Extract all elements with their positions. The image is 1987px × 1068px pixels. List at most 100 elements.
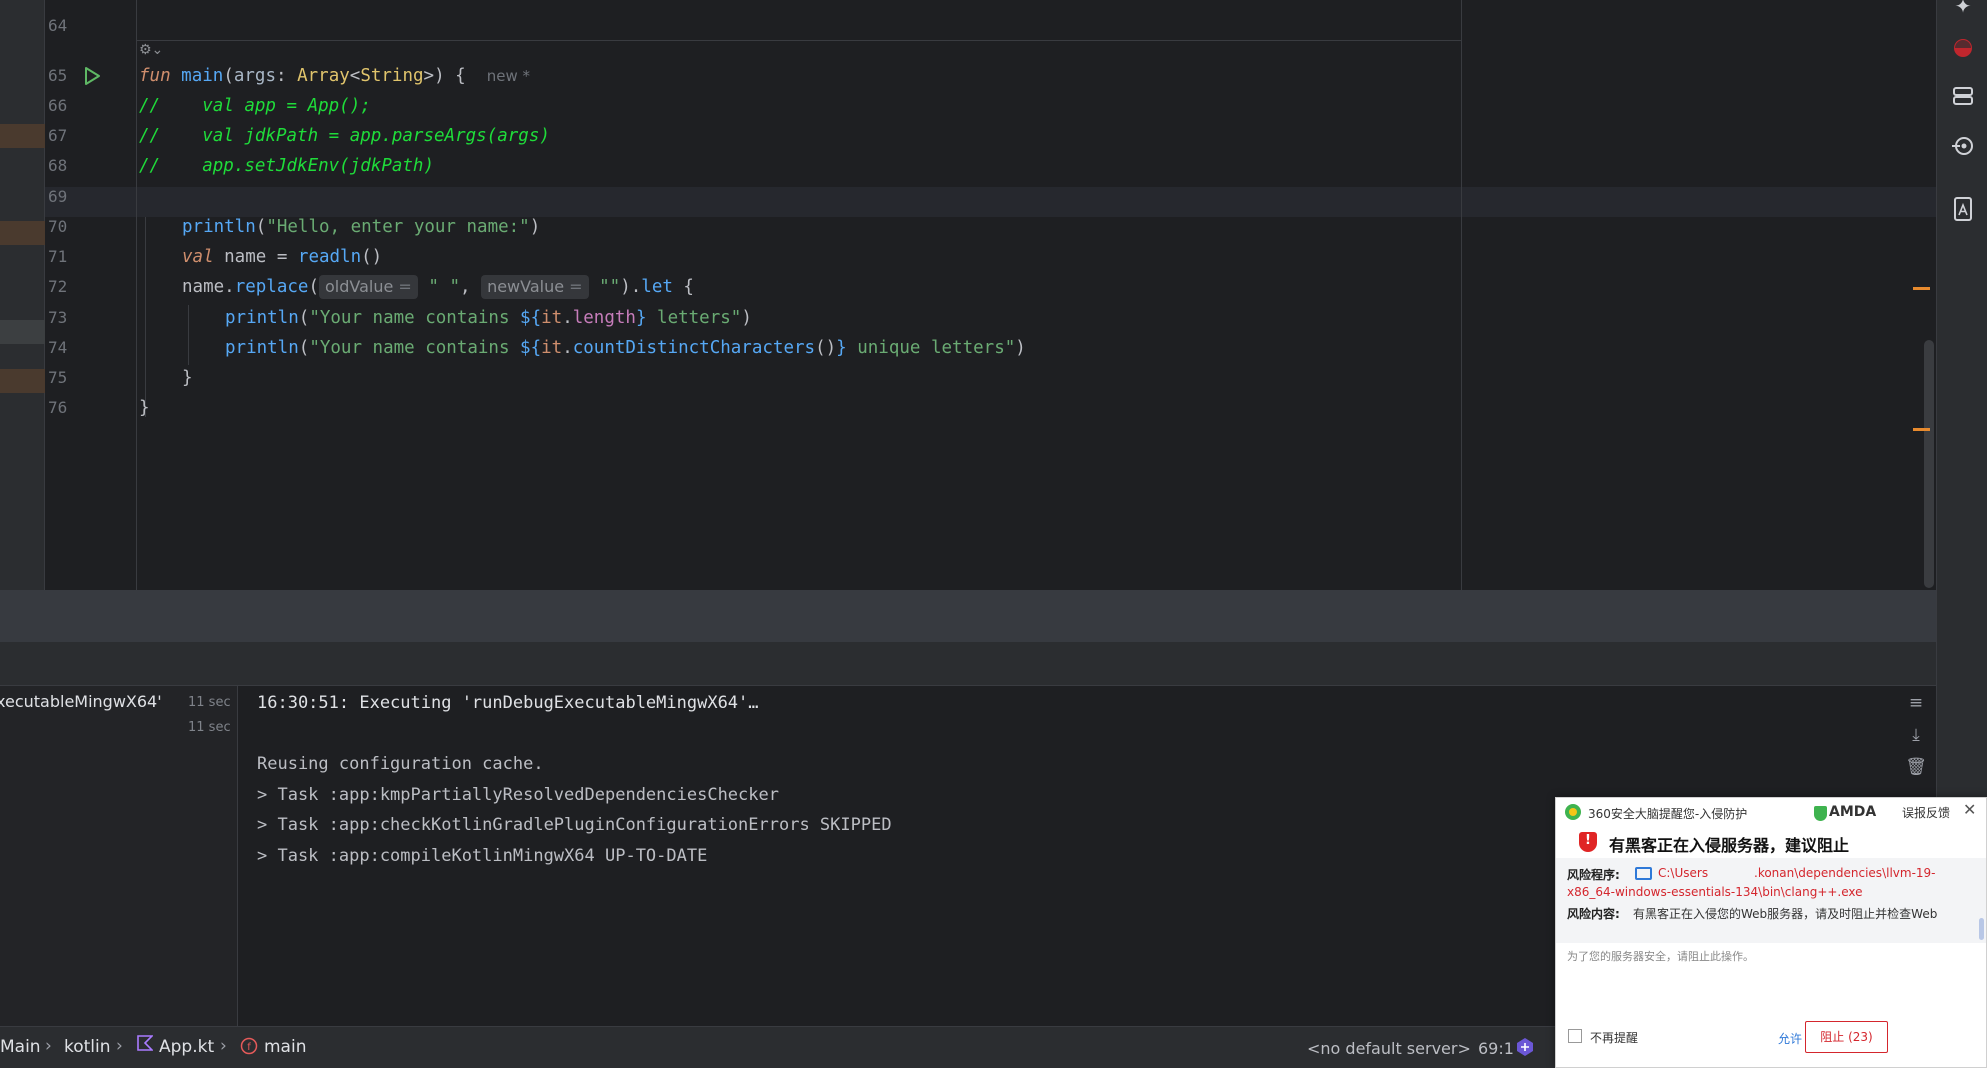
keyword: it	[541, 308, 563, 328]
allow-link[interactable]: 允许	[1778, 1030, 1802, 1047]
punctuation: (	[308, 277, 319, 297]
breadcrumb-item[interactable]: kotlin	[64, 1037, 111, 1057]
string-literal: unique letters"	[846, 338, 1016, 358]
punctuation: <	[349, 66, 361, 86]
function-icon: f	[240, 1037, 258, 1060]
code-line-73: println("Your name contains ${it.length}…	[225, 303, 752, 333]
run-tree[interactable]: xecutableMingwX64' 11 sec 11 sec	[0, 686, 238, 1026]
template-brace: }	[635, 308, 647, 328]
code-line-71: val name = readln()	[182, 242, 382, 272]
details-scrollbar[interactable]	[1979, 918, 1984, 940]
tool-window-header	[0, 642, 1936, 686]
function-call: println	[225, 308, 299, 328]
function-call: replace	[234, 277, 309, 297]
line-number: 66	[48, 96, 68, 115]
new-usage-hint[interactable]: new *	[487, 67, 530, 85]
breadcrumb-item[interactable]: App.kt	[159, 1037, 214, 1057]
window-icon	[1635, 867, 1652, 880]
punctuation: :	[276, 66, 298, 86]
translate-icon[interactable]	[1951, 196, 1975, 221]
soft-wrap-icon[interactable]: ≡	[1905, 693, 1927, 715]
string-literal: "Your name contains	[309, 308, 521, 328]
punctuation: ()	[815, 338, 837, 358]
warning-shield-icon: !	[1579, 832, 1597, 852]
block-button[interactable]: 阻止 (23)	[1805, 1021, 1888, 1053]
indent-guide	[145, 217, 146, 417]
line-number: 74	[48, 338, 68, 357]
caret-position[interactable]: 69:1	[1478, 1039, 1514, 1058]
editor-bottom-bar	[0, 590, 1936, 642]
code-editor[interactable]: 64 65 66 67 68 69 70 71 72 73 74 75 76 ⚙…	[0, 0, 1936, 590]
ai-status-icon[interactable]	[1515, 1037, 1535, 1062]
no-remind-label[interactable]: 不再提醒	[1590, 1029, 1638, 1046]
risk-content: 有黑客正在入侵您的Web服务器，请及时阻止并检查Web	[1633, 907, 1938, 921]
punctuation: .	[562, 308, 573, 328]
ai-assistant-icon[interactable]: ⚙⌄	[139, 42, 163, 58]
line-number: 73	[48, 308, 68, 327]
run-time: 11 sec	[188, 720, 231, 735]
console-line: > Task :app:kmpPartiallyResolvedDependen…	[257, 785, 779, 805]
editor-scrollbar[interactable]	[1924, 340, 1934, 588]
line-number: 68	[48, 156, 68, 175]
string-literal: "Your name contains	[309, 338, 521, 358]
function-call: println	[182, 217, 256, 237]
line-number: 75	[48, 368, 68, 387]
punctuation: ()	[361, 247, 383, 267]
run-time: 11 sec	[188, 695, 231, 710]
breadcrumb-item[interactable]: Main	[0, 1037, 41, 1057]
change-marker	[0, 124, 45, 148]
code-line-75: }	[182, 368, 193, 388]
risk-program-path: C:\Users	[1658, 866, 1709, 880]
gradle-sync-icon[interactable]	[1951, 134, 1975, 158]
svg-text:f: f	[247, 1042, 251, 1053]
scroll-to-end-icon[interactable]: ⤓	[1905, 725, 1927, 747]
left-tool-strip	[0, 0, 45, 590]
chevron-right-icon: ›	[116, 1036, 123, 1056]
risk-content-label: 风险内容:	[1567, 907, 1620, 921]
risk-details: 风险程序: C:\Users .konan\dependencies\llvm-…	[1556, 858, 1986, 943]
chevron-right-icon: ›	[45, 1036, 52, 1056]
line-number: 76	[48, 398, 68, 417]
type-name: String	[360, 66, 424, 86]
punctuation: >) {	[423, 66, 466, 86]
database-icon[interactable]	[1951, 84, 1975, 108]
run-icon[interactable]	[82, 66, 102, 86]
code-line-65: fun main(args: Array<String>) { new *	[139, 61, 530, 91]
kotlin-file-icon	[137, 1035, 154, 1056]
punctuation: (	[298, 308, 310, 328]
false-positive-feedback-link[interactable]: 误报反馈	[1902, 804, 1950, 821]
console-line: 16:30:51: Executing 'runDebugExecutableM…	[257, 693, 759, 713]
amd-badge: AMDA	[1829, 804, 1877, 820]
scroll-warning-marker[interactable]	[1913, 287, 1930, 290]
keyword: fun	[139, 66, 171, 86]
punctuation: ).	[620, 277, 642, 297]
code-line-72: name.replace(oldValue = " ", newValue = …	[182, 272, 694, 302]
notifications-icon[interactable]	[1951, 36, 1975, 60]
clear-console-icon[interactable]: 🗑	[1905, 757, 1927, 779]
server-status[interactable]: <no default server>	[1307, 1039, 1471, 1058]
run-tree-item[interactable]: xecutableMingwX64'	[0, 692, 162, 711]
line-number: 64	[48, 16, 68, 35]
360-logo-icon	[1565, 804, 1581, 820]
ai-spark-icon[interactable]: ✦	[1951, 0, 1975, 18]
punctuation: )	[741, 308, 752, 328]
code-line-76: }	[139, 398, 150, 418]
punctuation: {	[672, 277, 694, 297]
template-brace: }	[836, 338, 847, 358]
breadcrumb-item[interactable]: main	[264, 1037, 306, 1057]
line-number: 71	[48, 247, 68, 266]
code-line-70: println("Hello, enter your name:")	[182, 212, 540, 242]
string-literal: ""	[599, 277, 621, 297]
scroll-warning-marker[interactable]	[1913, 428, 1930, 431]
no-remind-checkbox[interactable]	[1568, 1029, 1582, 1043]
change-marker	[0, 369, 45, 393]
function-call: readln	[297, 247, 362, 267]
risk-program-label: 风险程序:	[1567, 868, 1620, 882]
risk-program-path: .konan\dependencies\llvm-19-	[1754, 866, 1936, 880]
type-name: Array	[297, 66, 350, 86]
close-icon[interactable]: ✕	[1963, 800, 1976, 819]
console-line: Reusing configuration cache.	[257, 754, 544, 774]
console-line: > Task :app:checkKotlinGradlePluginConfi…	[257, 815, 892, 835]
parameter: args	[233, 66, 277, 86]
string-literal: "Hello, enter your name:"	[266, 217, 530, 237]
